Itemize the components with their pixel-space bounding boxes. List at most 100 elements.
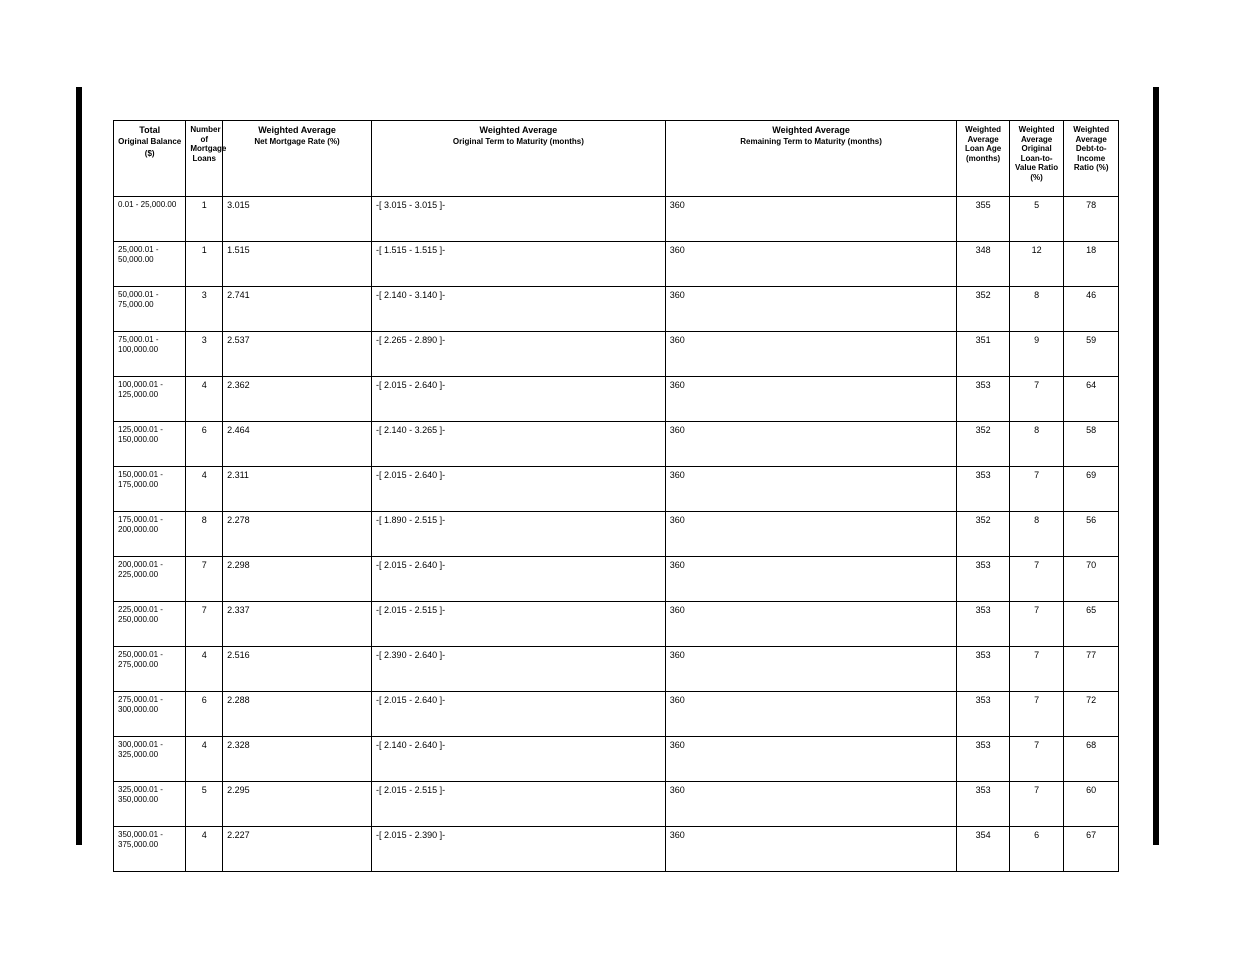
cell: 60 <box>1064 782 1119 827</box>
table-row: 25,000.01 - 50,000.0011.515-[ 1.515 - 1.… <box>114 242 1119 287</box>
range-value: 1.515 - 1.515 <box>384 245 437 255</box>
cell: 67 <box>1064 827 1119 872</box>
bracket-open-icon: -[ <box>376 650 382 660</box>
cell: 100,000.01 - 125,000.00 <box>114 377 186 422</box>
table-row: 125,000.01 - 150,000.0062.464-[ 2.140 - … <box>114 422 1119 467</box>
cell: 5 <box>1009 197 1064 242</box>
bracket-close-icon: ]- <box>440 200 446 210</box>
cell: 2.537 <box>223 332 372 377</box>
cell: 353 <box>957 557 1009 602</box>
bracket-open-icon: -[ <box>376 605 382 615</box>
cell: 360 <box>665 647 957 692</box>
table-row: 75,000.01 - 100,000.0032.537-[ 2.265 - 2… <box>114 332 1119 377</box>
cell: 2.362 <box>223 377 372 422</box>
cell: -[ 1.890 - 2.515 ]- <box>372 512 666 557</box>
range-value: 2.015 - 2.515 <box>384 605 437 615</box>
cell: 2.278 <box>223 512 372 557</box>
cell: 78 <box>1064 197 1119 242</box>
range-value: 2.265 - 2.890 <box>384 335 437 345</box>
cell: 300,000.01 - 325,000.00 <box>114 737 186 782</box>
cell: 360 <box>665 287 957 332</box>
cell: 1 <box>186 197 223 242</box>
cell: 353 <box>957 782 1009 827</box>
range-value: 2.015 - 2.640 <box>384 695 437 705</box>
cell: 3.015 <box>223 197 372 242</box>
table-row: 325,000.01 - 350,000.0052.295-[ 2.015 - … <box>114 782 1119 827</box>
cell: 352 <box>957 287 1009 332</box>
cell: 360 <box>665 332 957 377</box>
cell: -[ 2.015 - 2.640 ]- <box>372 557 666 602</box>
cell: 25,000.01 - 50,000.00 <box>114 242 186 287</box>
table-row: 175,000.01 - 200,000.0082.278-[ 1.890 - … <box>114 512 1119 557</box>
range-value: 2.140 - 2.640 <box>384 740 437 750</box>
bracket-open-icon: -[ <box>376 695 382 705</box>
cell: 56 <box>1064 512 1119 557</box>
table-row: 50,000.01 - 75,000.0032.741-[ 2.140 - 3.… <box>114 287 1119 332</box>
table-row: 250,000.01 - 275,000.0042.516-[ 2.390 - … <box>114 647 1119 692</box>
cell: 353 <box>957 377 1009 422</box>
range-value: 2.140 - 3.265 <box>384 425 437 435</box>
col6-name: Weighted Average <box>1014 125 1060 144</box>
cell: 3 <box>186 287 223 332</box>
bracket-open-icon: -[ <box>376 245 382 255</box>
cell: 348 <box>957 242 1009 287</box>
col7-name: Weighted Average <box>1068 125 1114 144</box>
cell: -[ 2.015 - 2.515 ]- <box>372 602 666 647</box>
cell: 75,000.01 - 100,000.00 <box>114 332 186 377</box>
cell: -[ 1.515 - 1.515 ]- <box>372 242 666 287</box>
cell: 200,000.01 - 225,000.00 <box>114 557 186 602</box>
cell: -[ 2.140 - 2.640 ]- <box>372 737 666 782</box>
bracket-close-icon: ]- <box>440 830 446 840</box>
cell: 225,000.01 - 250,000.00 <box>114 602 186 647</box>
table-row: 300,000.01 - 325,000.0042.328-[ 2.140 - … <box>114 737 1119 782</box>
cell: 6 <box>186 692 223 737</box>
cell: 8 <box>1009 422 1064 467</box>
cell: 125,000.01 - 150,000.00 <box>114 422 186 467</box>
col3-sub: Original Term to Maturity (months) <box>453 137 584 146</box>
cell: 355 <box>957 197 1009 242</box>
cell: -[ 2.015 - 2.640 ]- <box>372 467 666 512</box>
table-body: 0.01 - 25,000.0013.015 -[ 3.015 - 3.015 ]… <box>114 197 1119 872</box>
cell: 7 <box>1009 557 1064 602</box>
range-value: 2.015 - 2.640 <box>384 470 437 480</box>
range-value: 2.140 - 3.140 <box>384 290 437 300</box>
cell: 351 <box>957 332 1009 377</box>
cell: 72 <box>1064 692 1119 737</box>
table-row: 350,000.01 - 375,000.0042.227-[ 2.015 - … <box>114 827 1119 872</box>
cell: 0.01 - 25,000.00 <box>114 197 186 242</box>
cell: 2.227 <box>223 827 372 872</box>
cell: 8 <box>1009 287 1064 332</box>
bracket-open-icon: -[ <box>376 470 382 480</box>
cell: 352 <box>957 422 1009 467</box>
bracket-close-icon: ]- <box>440 470 446 480</box>
cell: 360 <box>665 377 957 422</box>
cell: 360 <box>665 557 957 602</box>
table-row: 150,000.01 - 175,000.0042.311-[ 2.015 - … <box>114 467 1119 512</box>
col-header-1: Number of Mortgage Loans <box>186 121 223 197</box>
cell: 354 <box>957 827 1009 872</box>
cell: -[ 2.015 - 2.640 ]- <box>372 377 666 422</box>
col4-sub: Remaining Term to Maturity (months) <box>740 137 882 146</box>
col7-sub: Debt-to-Income Ratio (%) <box>1074 144 1109 172</box>
cell: 2.741 <box>223 287 372 332</box>
table-row: 225,000.01 - 250,000.0072.337-[ 2.015 - … <box>114 602 1119 647</box>
col1-sub: Number of Mortgage Loans <box>190 125 226 163</box>
cell: 2.288 <box>223 692 372 737</box>
range-value: 2.015 - 2.390 <box>384 830 437 840</box>
cell: 7 <box>1009 647 1064 692</box>
cell: 360 <box>665 197 957 242</box>
bracket-close-icon: ]- <box>440 695 446 705</box>
cell: 68 <box>1064 737 1119 782</box>
bracket-close-icon: ]- <box>440 380 446 390</box>
bracket-close-icon: ]- <box>440 425 446 435</box>
cell: 275,000.01 - 300,000.00 <box>114 692 186 737</box>
cell: 2.295 <box>223 782 372 827</box>
cell: 3 <box>186 332 223 377</box>
cell: -[ 2.140 - 3.265 ]- <box>372 422 666 467</box>
cell: -[ 2.140 - 3.140 ]- <box>372 287 666 332</box>
range-value: 3.015 - 3.015 <box>384 200 437 210</box>
bracket-close-icon: ]- <box>440 290 446 300</box>
col3-name: Weighted Average <box>376 125 661 136</box>
cell: 353 <box>957 647 1009 692</box>
left-margin-bar <box>76 87 82 845</box>
